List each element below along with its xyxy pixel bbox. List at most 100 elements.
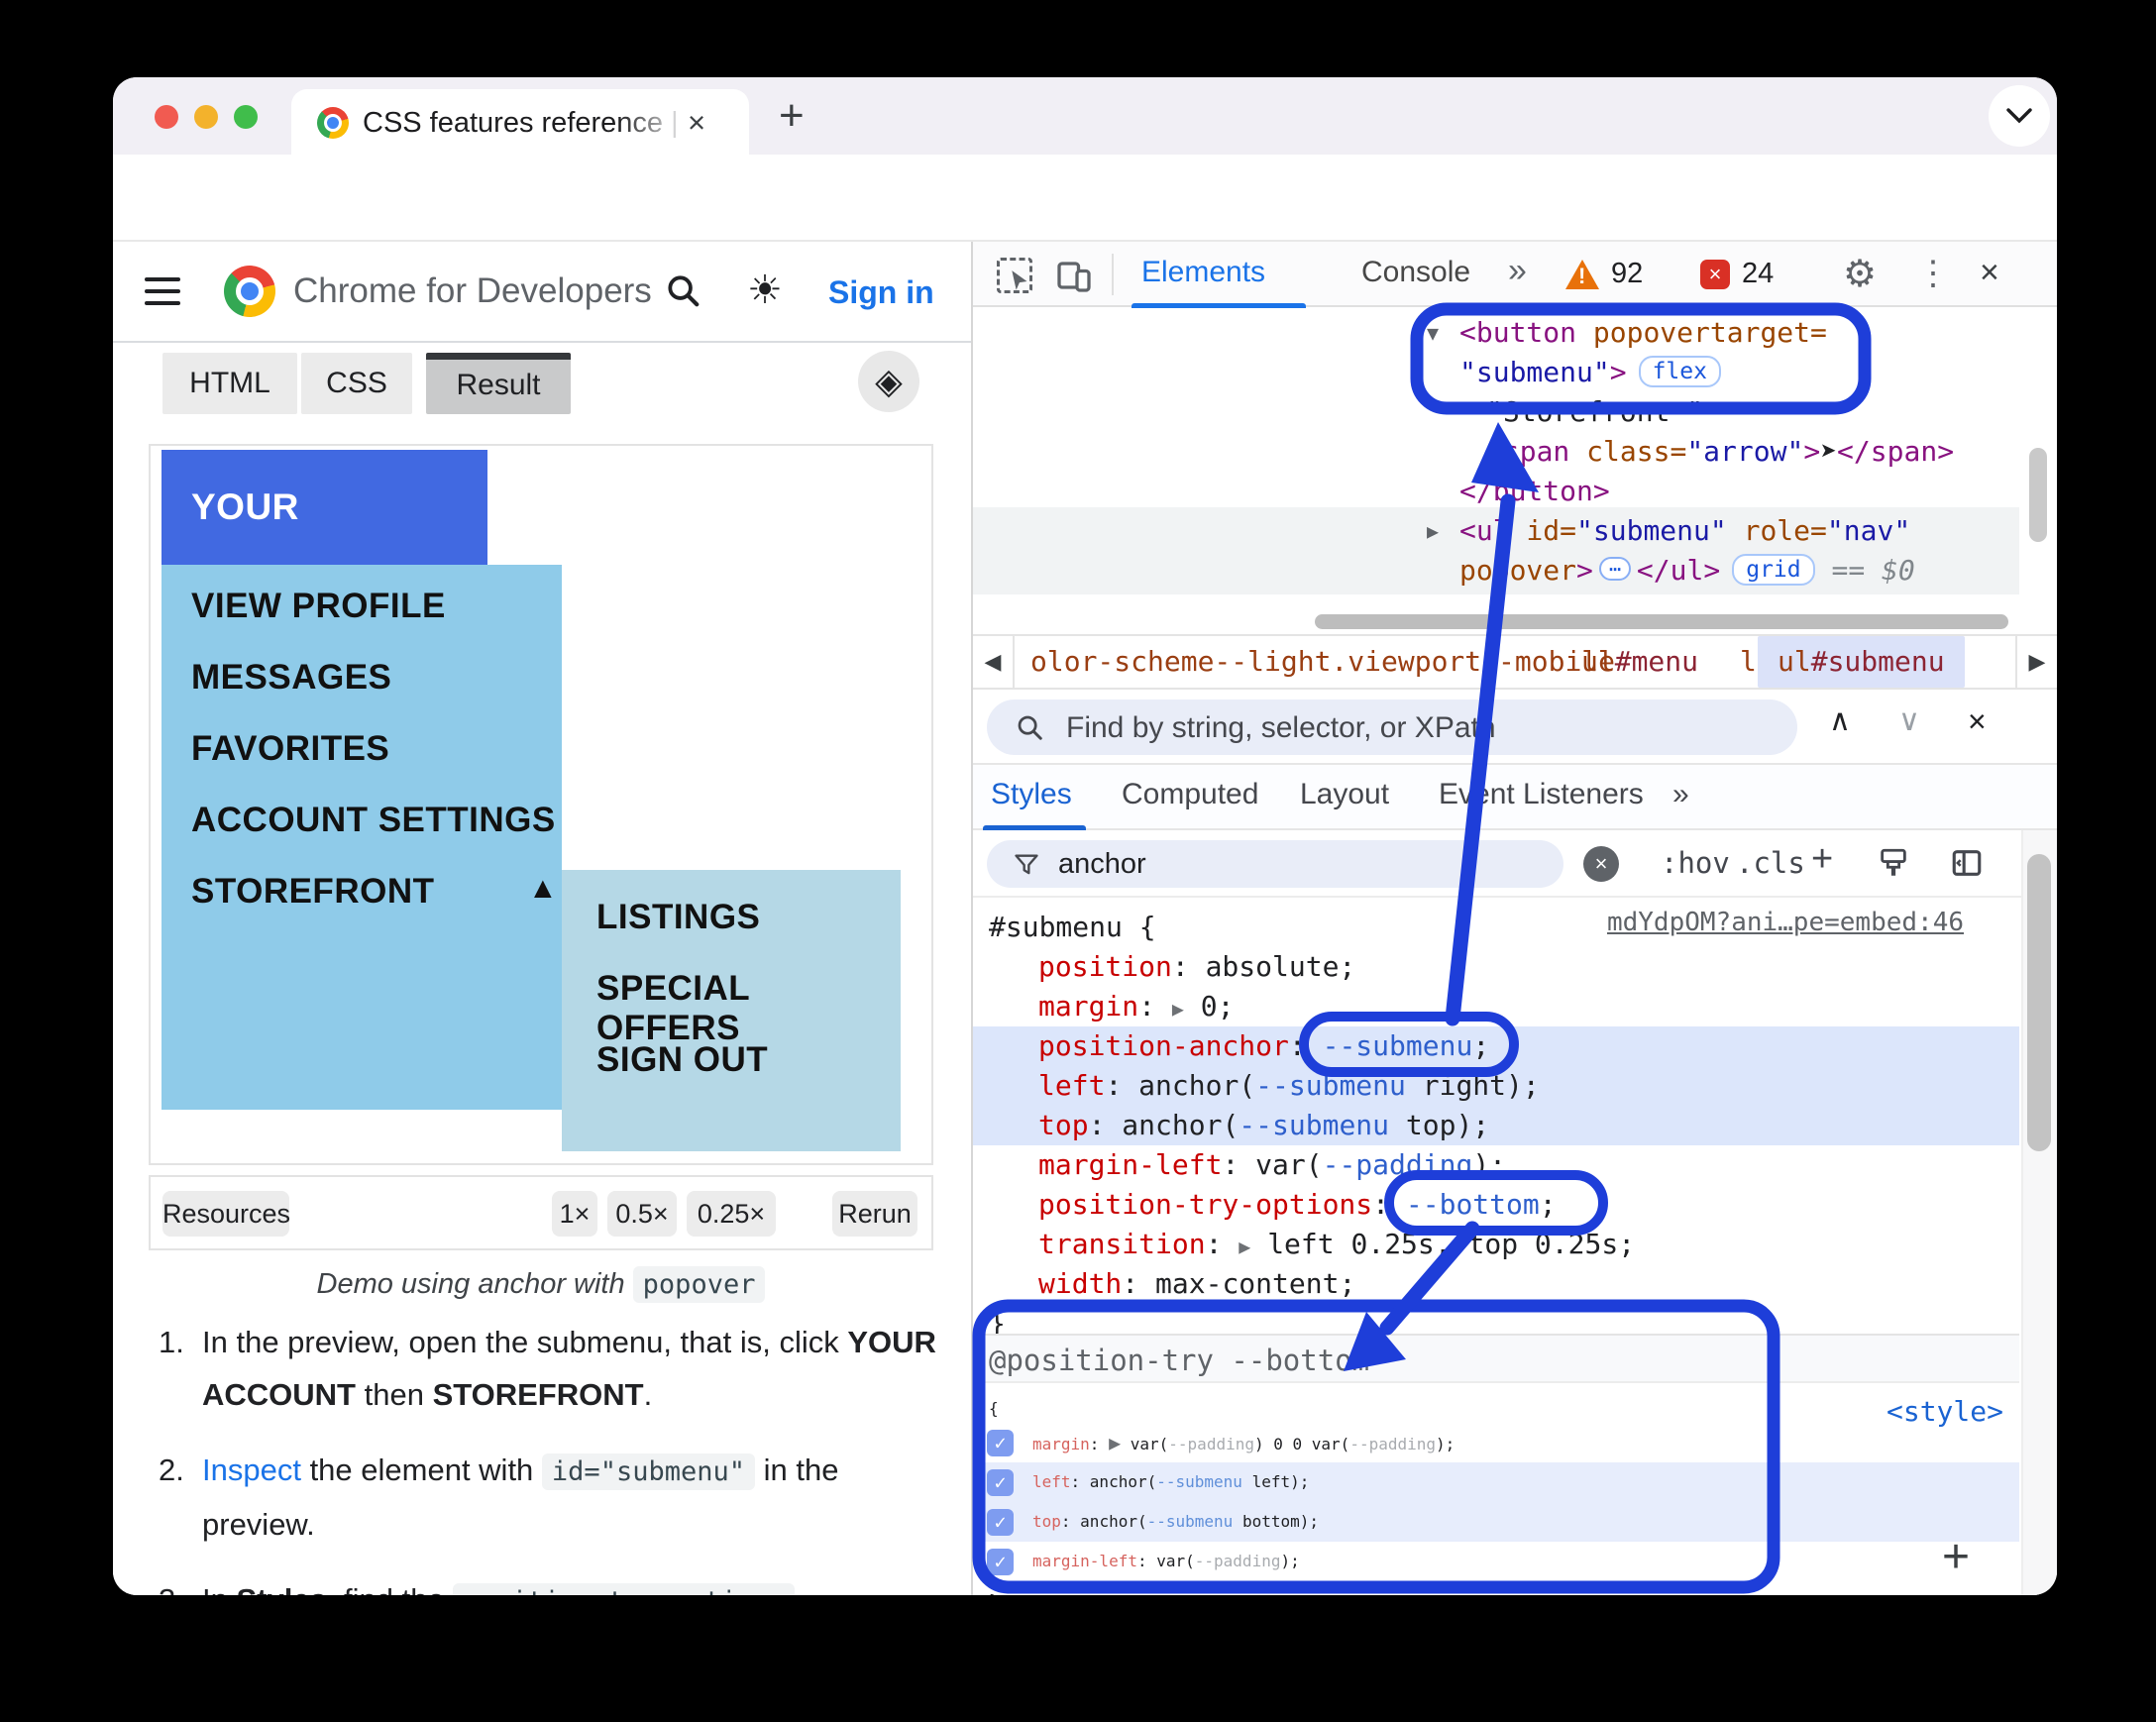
- elements-horizontal-scrollbar[interactable]: [973, 608, 2057, 634]
- menu-item[interactable]: VIEW PROFILE: [191, 587, 446, 626]
- css-declaration[interactable]: position-try-options: --bottom;: [973, 1185, 2019, 1225]
- clear-filter-icon[interactable]: ×: [1583, 846, 1619, 882]
- submenu-item[interactable]: SIGN OUT: [596, 1040, 768, 1080]
- menu-item[interactable]: STOREFRONT ▲: [191, 872, 558, 912]
- sign-in-link[interactable]: Sign in: [828, 274, 934, 311]
- declaration-checkbox[interactable]: ✓: [987, 1469, 1014, 1496]
- devtools-close-icon[interactable]: ×: [1980, 254, 1999, 292]
- breadcrumb-item[interactable]: olor-scheme--light.viewport--mobile: [1030, 636, 1615, 688]
- toggle-classes-button[interactable]: .cls: [1736, 846, 1805, 880]
- search-icon[interactable]: [664, 271, 701, 309]
- minimize-window-button[interactable]: [194, 105, 218, 129]
- position-try-declaration[interactable]: ✓ margin-left: var(--padding);: [973, 1542, 2019, 1581]
- tab-close-icon[interactable]: ×: [688, 105, 705, 141]
- tab-html[interactable]: HTML: [162, 353, 297, 414]
- devtools-tab-console[interactable]: Console: [1361, 256, 1470, 289]
- warning-icon[interactable]: [1565, 260, 1599, 289]
- tree-line[interactable]: <span class="arrow">➤</span>: [1486, 432, 1954, 472]
- tab-search-chevron-button[interactable]: [1989, 85, 2050, 147]
- tab-result[interactable]: Result: [426, 353, 571, 414]
- devtools-settings-gear-icon[interactable]: ⚙: [1843, 252, 1877, 296]
- menu-item[interactable]: FAVORITES: [191, 729, 389, 769]
- device-toolbar-icon[interactable]: [1056, 258, 1092, 293]
- code-token[interactable]: ⋯: [1598, 557, 1631, 581]
- elements-vertical-scrollbar-thumb[interactable]: [2029, 448, 2047, 542]
- css-declaration[interactable]: left: anchor(--submenu right);: [973, 1066, 2019, 1106]
- scrollbar-thumb[interactable]: [1315, 614, 2008, 629]
- css-declaration[interactable]: width: max-content;: [973, 1264, 2019, 1304]
- devtools-tab-elements[interactable]: Elements: [1141, 256, 1265, 289]
- close-window-button[interactable]: [155, 105, 178, 129]
- styles-scrollbar-thumb[interactable]: [2027, 854, 2051, 1151]
- css-declaration[interactable]: transition: ▶ left 0.25s, top 0.25s;: [973, 1225, 2019, 1264]
- style-filter-input[interactable]: anchor: [987, 840, 1563, 888]
- find-close-icon[interactable]: ×: [1968, 703, 1987, 740]
- inspect-element-icon[interactable]: [997, 258, 1032, 293]
- tree-line[interactable]: popover> ⋯ </ul> grid == $0: [1459, 551, 1915, 591]
- devtools-menu-icon[interactable]: ⋮: [1916, 254, 1950, 293]
- breadcrumbs-scroll-left-icon[interactable]: ◀: [973, 636, 1015, 688]
- breadcrumb-item[interactable]: ul#submenu: [1758, 636, 1965, 688]
- warning-count[interactable]: 92: [1611, 258, 1643, 290]
- styles-panel-tab[interactable]: Styles: [991, 778, 1072, 811]
- tree-line[interactable]: "submenu"> flex: [1459, 353, 1721, 392]
- css-declaration[interactable]: position: absolute;: [973, 947, 2019, 987]
- declaration-checkbox[interactable]: ✓: [987, 1549, 1014, 1575]
- css-declaration[interactable]: top: anchor(--submenu top);: [973, 1106, 2019, 1145]
- position-try-header[interactable]: @position-try --bottom: [973, 1334, 2019, 1383]
- find-previous-icon[interactable]: ∧: [1829, 703, 1851, 738]
- tree-line[interactable]: </button>: [1459, 472, 1610, 511]
- hamburger-menu-icon[interactable]: [145, 277, 180, 307]
- zoom-button[interactable]: 0.5×: [607, 1191, 677, 1237]
- tree-line[interactable]: "Storefront ": [1486, 392, 1703, 432]
- theme-toggle-icon[interactable]: ☀: [747, 268, 783, 313]
- css-declaration[interactable]: margin: ▶ 0;: [973, 987, 2019, 1026]
- layout-badge[interactable]: flex: [1638, 356, 1721, 387]
- rule-source-link[interactable]: mdYdpOM?ani…pe=embed:46: [1607, 908, 1964, 937]
- css-declaration[interactable]: position-anchor: --submenu;: [973, 1026, 2019, 1066]
- submenu-item[interactable]: LISTINGS: [596, 898, 760, 937]
- code-token: margin-left: [1032, 1552, 1137, 1570]
- declaration-checkbox[interactable]: ✓: [987, 1430, 1014, 1456]
- maximize-window-button[interactable]: [234, 105, 258, 129]
- position-try-declaration[interactable]: ✓ margin: ▶ var(--padding) 0 0 var(--padd…: [973, 1423, 2019, 1462]
- declaration-checkbox[interactable]: ✓: [987, 1509, 1014, 1536]
- toggle-hover-state-button[interactable]: :hov: [1661, 846, 1730, 880]
- styles-panel-tab[interactable]: Layout: [1300, 778, 1389, 811]
- position-try-declaration[interactable]: ✓ left: anchor(--submenu left);: [973, 1462, 2019, 1502]
- error-count[interactable]: 24: [1742, 258, 1774, 290]
- breadcrumbs-scroll-right-icon[interactable]: ▶: [2015, 636, 2057, 688]
- styles-panel-tab[interactable]: Event Listeners: [1439, 778, 1644, 811]
- your-account-button[interactable]: YOUR ACCOUNT: [162, 450, 487, 642]
- tab-css[interactable]: CSS: [301, 353, 412, 414]
- find-input[interactable]: Find by string, selector, or XPath: [987, 700, 1797, 755]
- new-tab-button[interactable]: +: [779, 91, 805, 141]
- styles-panel-tab[interactable]: Computed: [1122, 778, 1258, 811]
- new-style-rule-button[interactable]: +: [1811, 838, 1833, 881]
- styles-panel-tab[interactable]: »: [1672, 778, 1689, 811]
- sidebar-toggle-icon[interactable]: [1950, 846, 1984, 880]
- position-try-declaration[interactable]: ✓ top: anchor(--submenu bottom);: [973, 1502, 2019, 1542]
- layout-badge[interactable]: grid: [1732, 554, 1815, 586]
- error-icon[interactable]: ×: [1700, 260, 1730, 289]
- inspect-link[interactable]: Inspect: [202, 1453, 301, 1487]
- tree-line[interactable]: ▼ <button popovertarget=: [1427, 313, 1827, 353]
- rerun-button[interactable]: Rerun: [832, 1191, 917, 1237]
- browser-tab[interactable]: CSS features reference | Chr ×: [291, 89, 749, 155]
- codepen-icon[interactable]: ◈: [858, 351, 919, 412]
- resources-button[interactable]: Resources: [162, 1191, 290, 1237]
- zoom-button[interactable]: 1×: [552, 1191, 597, 1237]
- tree-expander-icon[interactable]: ▼: [1427, 313, 1439, 353]
- css-declaration[interactable]: margin-left: var(--padding);: [973, 1145, 2019, 1185]
- menu-item[interactable]: MESSAGES: [191, 658, 391, 698]
- menu-item[interactable]: ACCOUNT SETTINGS: [191, 801, 556, 840]
- submenu-item[interactable]: SPECIAL OFFERS: [596, 969, 901, 1048]
- zoom-button[interactable]: 0.25×: [687, 1191, 776, 1237]
- find-next-icon[interactable]: ∨: [1898, 703, 1920, 738]
- tree-expander-icon[interactable]: ▶: [1427, 511, 1439, 551]
- rendering-brush-icon[interactable]: [1877, 846, 1910, 880]
- site-brand[interactable]: Chrome for Developers: [293, 271, 652, 311]
- tree-line[interactable]: ▶ <ul id="submenu" role="nav": [1427, 511, 1910, 551]
- more-tabs-icon[interactable]: »: [1508, 252, 1527, 290]
- breadcrumb-item[interactable]: ul#menu: [1581, 636, 1698, 688]
